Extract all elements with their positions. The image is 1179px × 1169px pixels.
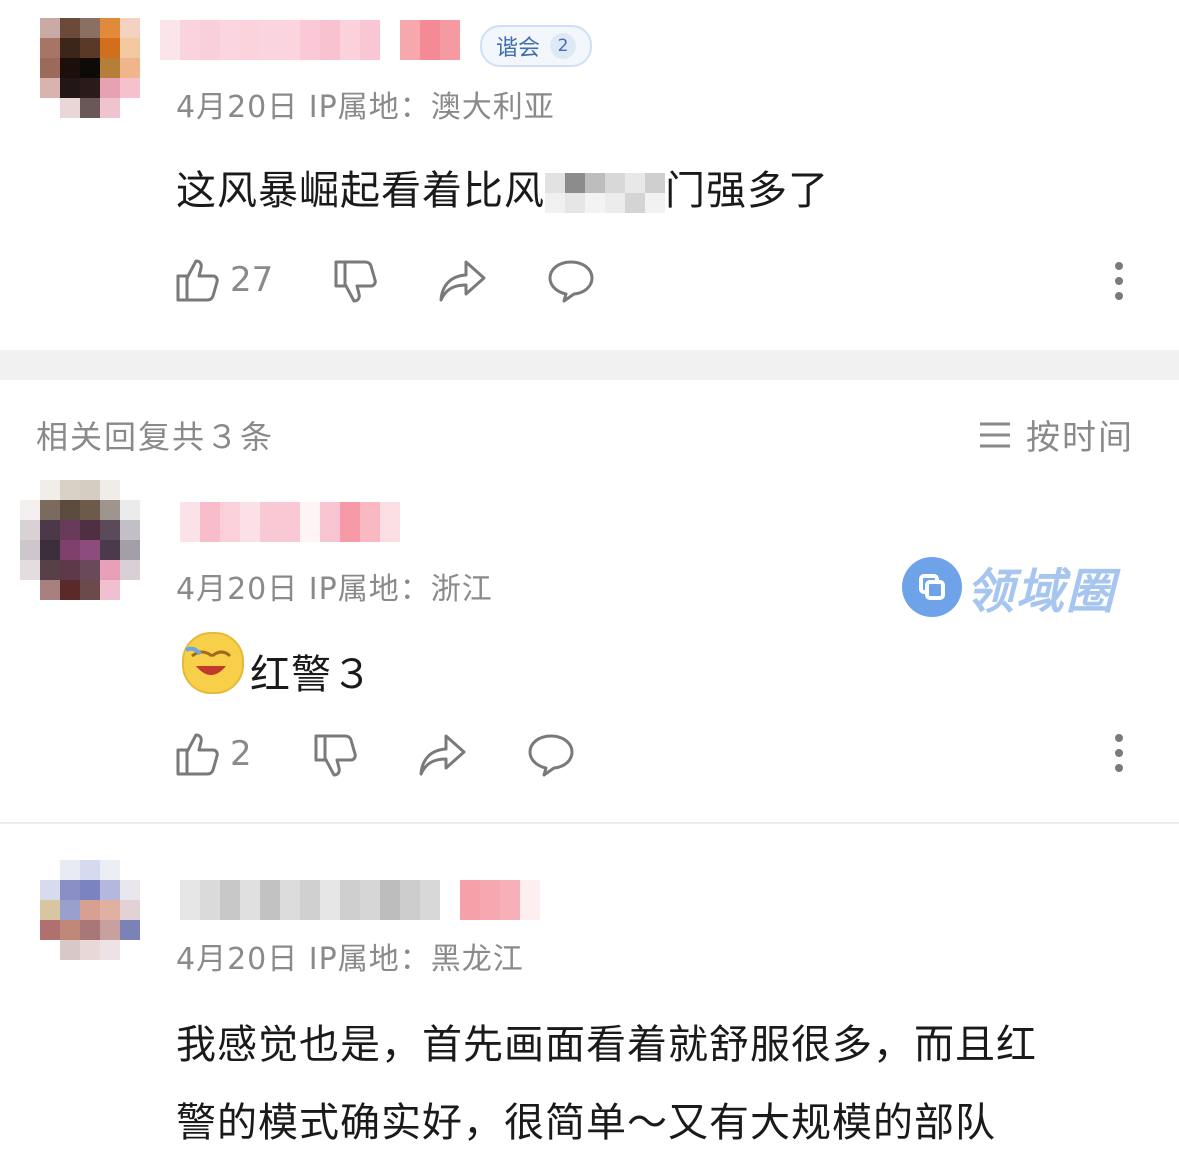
more-icon[interactable] xyxy=(1112,734,1126,778)
comment-text-end: 门强多了 xyxy=(665,168,829,214)
censored-block xyxy=(545,173,665,213)
like-icon[interactable] xyxy=(174,730,222,782)
like-count: 2 xyxy=(230,734,252,774)
level-badge[interactable]: 谐会 2 xyxy=(480,25,593,67)
user-tag xyxy=(400,20,460,60)
reply-meta: 4月20日 IP属地：浙江 xyxy=(176,572,493,607)
dislike-icon[interactable] xyxy=(312,732,360,784)
sort-icon xyxy=(980,422,1010,447)
more-icon[interactable] xyxy=(1112,262,1126,306)
username[interactable] xyxy=(180,880,440,920)
badge-label: 谐会 xyxy=(496,36,541,61)
laughing-emoji-icon xyxy=(182,632,244,694)
comment-meta: 4月20日 IP属地：澳大利亚 xyxy=(176,90,555,125)
avatar[interactable] xyxy=(40,18,140,118)
like-icon[interactable] xyxy=(174,256,222,308)
like-count: 27 xyxy=(230,260,274,300)
avatar[interactable] xyxy=(40,860,140,960)
user-tag xyxy=(460,880,540,920)
replies-header: 相关回复共３条 xyxy=(36,418,275,456)
reply-icon[interactable] xyxy=(546,258,596,308)
share-icon[interactable] xyxy=(418,732,468,782)
reply-text: 红警３ xyxy=(250,652,373,698)
reply-icon[interactable] xyxy=(526,732,576,782)
username[interactable] xyxy=(180,502,420,542)
reply-meta: 4月20日 IP属地：黑龙江 xyxy=(176,942,524,977)
watermark-icon xyxy=(902,557,962,617)
share-icon[interactable] xyxy=(438,258,488,308)
username[interactable] xyxy=(160,20,380,60)
sort-button[interactable]: 按时间 xyxy=(978,410,1134,459)
sort-label: 按时间 xyxy=(1026,418,1134,458)
comment-text: 这风暴崛起看着比风 门强多了 xyxy=(176,158,829,216)
reply-divider xyxy=(0,822,1179,824)
section-divider xyxy=(0,350,1179,380)
watermark-text: 领域圈 xyxy=(966,564,1117,620)
watermark-logo: 领域圈 xyxy=(902,552,1116,622)
reply-text-line-2: 警的模式确实好，很简单～又有大规模的部队 xyxy=(176,1100,996,1146)
badge-level: 2 xyxy=(550,33,577,59)
avatar[interactable] xyxy=(20,480,140,600)
comment-text-start: 这风暴崛起看着比风 xyxy=(176,168,545,214)
reply-text-line-1: 我感觉也是，首先画面看着就舒服很多，而且红 xyxy=(176,1022,1037,1068)
dislike-icon[interactable] xyxy=(332,258,380,310)
